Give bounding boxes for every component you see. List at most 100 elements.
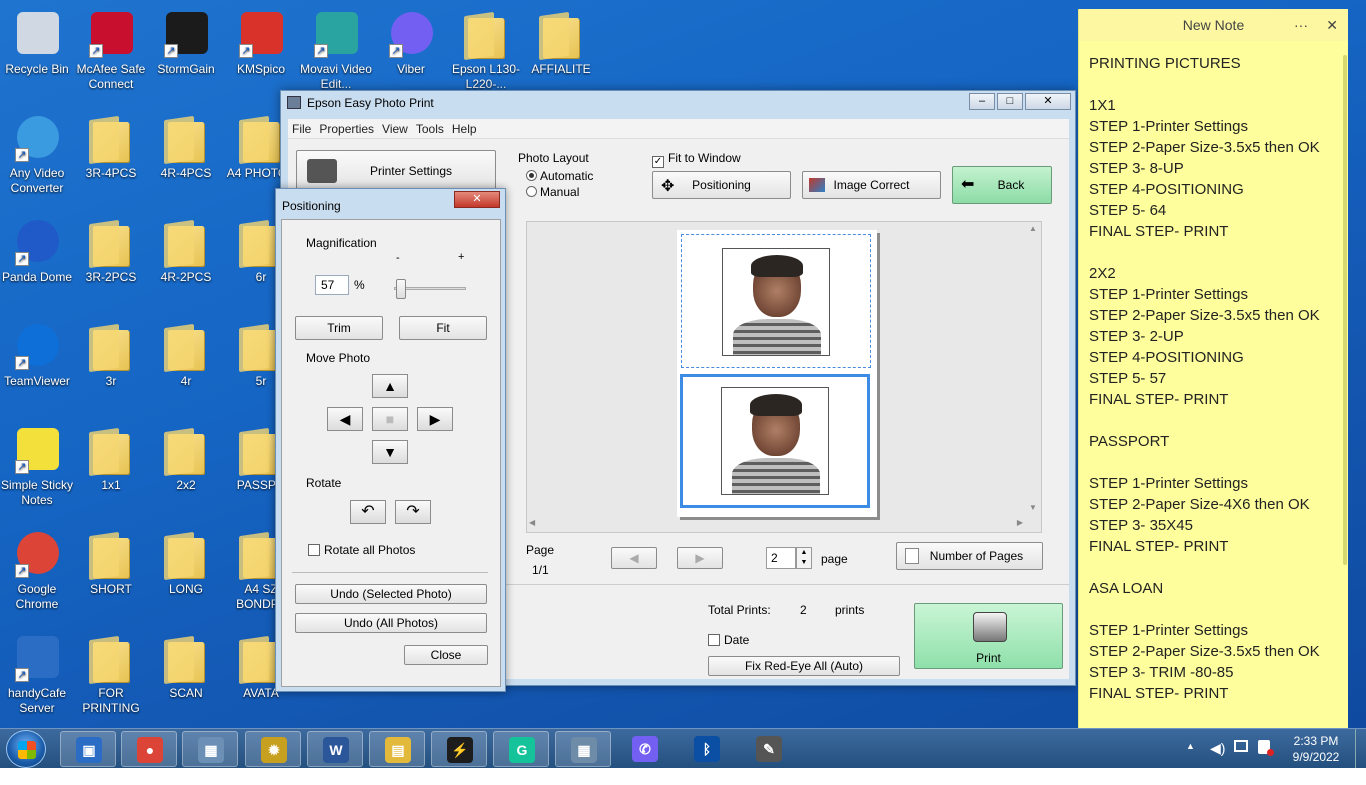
- taskbar-bluetooth[interactable]: ᛒ: [679, 731, 735, 767]
- undo-selected-button[interactable]: Undo (Selected Photo): [295, 584, 487, 604]
- date-checkbox[interactable]: Date: [708, 633, 749, 647]
- fit-to-window-checkbox[interactable]: ✓ Fit to Window: [652, 151, 741, 168]
- radio-automatic-dot[interactable]: [526, 170, 537, 181]
- desktop-icon-teamviewer[interactable]: ↗ TeamViewer: [0, 318, 74, 389]
- taskbar-word[interactable]: W: [307, 731, 363, 767]
- horizontal-scrollbar[interactable]: ◀ ▶: [529, 518, 1023, 530]
- trim-button[interactable]: Trim: [295, 316, 383, 340]
- positioning-button[interactable]: ✥ Positioning: [652, 171, 791, 199]
- desktop-icon-2x2[interactable]: 2x2: [149, 422, 223, 493]
- fit-button[interactable]: Fit: [399, 316, 487, 340]
- taskbar-calculator[interactable]: ▦: [555, 731, 611, 767]
- desktop-icon-epson-l130-l220[interactable]: Epson L130-L220-...: [449, 6, 523, 92]
- sticky-body[interactable]: PRINTING PICTURES 1X1 STEP 1-Printer Setti…: [1079, 41, 1348, 716]
- menu-help[interactable]: Help: [448, 119, 481, 139]
- taskbar-stormgain[interactable]: ⚡: [431, 731, 487, 767]
- move-up-button[interactable]: ▲: [372, 374, 408, 398]
- taskbar-explorer[interactable]: ▤: [369, 731, 425, 767]
- printer-settings-button[interactable]: Printer Settings: [296, 150, 496, 192]
- magnification-thumb[interactable]: [396, 279, 406, 299]
- number-of-pages-button[interactable]: Number of Pages: [896, 542, 1043, 570]
- start-button[interactable]: [6, 730, 46, 768]
- desktop-icon-3r-4pcs[interactable]: 3R-4PCS: [74, 110, 148, 181]
- desktop-icon-affialite[interactable]: AFFIALITE: [524, 6, 598, 77]
- desktop-icon-simple-sticky-notes[interactable]: ↗ Simple Sticky Notes: [0, 422, 74, 508]
- taskbar-handycafe[interactable]: ▣: [60, 731, 116, 767]
- back-button[interactable]: ⬅ Back: [952, 166, 1052, 204]
- desktop-icon-3r-2pcs[interactable]: 3R-2PCS: [74, 214, 148, 285]
- desktop-icon-google-chrome[interactable]: ↗ Google Chrome: [0, 526, 74, 612]
- taskbar-chrome[interactable]: ●: [121, 731, 177, 767]
- sticky-header[interactable]: New Note ··· ✕: [1079, 9, 1348, 41]
- more-options-icon[interactable]: ···: [1294, 9, 1308, 41]
- desktop-icon-stormgain[interactable]: ↗ StormGain: [149, 6, 223, 77]
- desktop-icon-4r-2pcs[interactable]: 4R-2PCS: [149, 214, 223, 285]
- page-count-input[interactable]: 2: [766, 547, 796, 569]
- move-right-button[interactable]: ▶: [417, 407, 453, 431]
- image-correct-button[interactable]: Image Correct: [802, 171, 941, 199]
- move-down-button[interactable]: ▼: [372, 440, 408, 464]
- clock[interactable]: 2:33 PM 9/9/2022: [1284, 733, 1348, 765]
- desktop-icon-any-video-converter[interactable]: ↗ Any Video Converter: [0, 110, 74, 196]
- maximize-button[interactable]: □: [997, 93, 1023, 110]
- vertical-scrollbar[interactable]: ▲ ▼: [1027, 224, 1039, 514]
- taskbar-pen[interactable]: ✎: [741, 731, 797, 767]
- menu-view[interactable]: View: [378, 119, 412, 139]
- desktop-icon-short[interactable]: SHORT: [74, 526, 148, 597]
- menu-file[interactable]: File: [288, 119, 315, 139]
- radio-automatic[interactable]: Automatic: [526, 169, 593, 183]
- date-checkbox-box[interactable]: [708, 634, 720, 646]
- desktop-icon-3r[interactable]: 3r: [74, 318, 148, 389]
- desktop-icon-handycafe-server[interactable]: ↗ handyCafe Server: [0, 630, 74, 716]
- volume-icon[interactable]: ◀): [1210, 740, 1225, 757]
- epson-titlebar[interactable]: Epson Easy Photo Print: [281, 91, 1075, 115]
- tray-expand-icon[interactable]: ▲: [1186, 741, 1195, 751]
- desktop-icon-kmspico[interactable]: ↗ KMSpico: [224, 6, 298, 77]
- desktop-icon-panda-dome[interactable]: ↗ Panda Dome: [0, 214, 74, 285]
- sticky-scrollbar[interactable]: [1343, 55, 1347, 565]
- rotate-all-checkbox[interactable]: Rotate all Photos: [308, 543, 415, 557]
- taskbar-grammarly[interactable]: G: [493, 731, 549, 767]
- fit-checkbox-box[interactable]: ✓: [652, 156, 664, 168]
- action-center-icon[interactable]: [1258, 740, 1274, 756]
- taskbar-epson[interactable]: ▦: [182, 731, 238, 767]
- menu-properties[interactable]: Properties: [315, 119, 378, 139]
- desktop-icon-recycle-bin[interactable]: Recycle Bin: [0, 6, 74, 77]
- positioning-close-x[interactable]: ✕: [454, 191, 500, 208]
- minimize-button[interactable]: –: [969, 93, 995, 110]
- taskbar-viber[interactable]: ✆: [617, 731, 673, 767]
- desktop-icon-scan[interactable]: SCAN: [149, 630, 223, 701]
- network-icon[interactable]: [1234, 740, 1248, 752]
- desktop-icon-movavi-video-edit[interactable]: ↗ Movavi Video Edit...: [299, 6, 373, 92]
- rotate-all-box[interactable]: [308, 544, 320, 556]
- print-button[interactable]: Print: [914, 603, 1063, 669]
- taskbar-emblem[interactable]: ✹: [245, 731, 301, 767]
- desktop-icon-1x1[interactable]: 1x1: [74, 422, 148, 493]
- fix-red-eye-button[interactable]: Fix Red-Eye All (Auto): [708, 656, 900, 676]
- desktop-icon-mcafee-safe-connect[interactable]: ↗ McAfee Safe Connect: [74, 6, 148, 92]
- sticky-close-icon[interactable]: ✕: [1326, 9, 1338, 41]
- photo-slot-2[interactable]: [680, 374, 870, 508]
- rotate-left-button[interactable]: ↶: [350, 500, 386, 524]
- desktop-icon-viber[interactable]: ↗ Viber: [374, 6, 448, 77]
- close-button[interactable]: Close: [404, 645, 488, 665]
- desktop-icon-4r[interactable]: 4r: [149, 318, 223, 389]
- show-desktop-button[interactable]: [1355, 729, 1366, 769]
- next-page-button[interactable]: ▶: [677, 547, 723, 569]
- menu-tools[interactable]: Tools: [412, 119, 448, 139]
- move-left-button[interactable]: ◀: [327, 407, 363, 431]
- close-window-button[interactable]: ✕: [1025, 93, 1071, 110]
- radio-manual[interactable]: Manual: [526, 185, 579, 199]
- magnification-input[interactable]: 57: [315, 275, 349, 295]
- radio-manual-dot[interactable]: [526, 186, 537, 197]
- rotate-right-button[interactable]: ↷: [395, 500, 431, 524]
- page-count-spinner[interactable]: ▲ ▼: [796, 547, 812, 569]
- desktop-icon-4r-4pcs[interactable]: 4R-4PCS: [149, 110, 223, 181]
- prev-page-button[interactable]: ◀: [611, 547, 657, 569]
- move-center-button[interactable]: ■: [372, 407, 408, 431]
- undo-all-button[interactable]: Undo (All Photos): [295, 613, 487, 633]
- desktop-icon-long[interactable]: LONG: [149, 526, 223, 597]
- photo-slot-1[interactable]: [681, 234, 871, 368]
- positioning-title[interactable]: Positioning: [282, 199, 341, 213]
- desktop-icon-for-printing[interactable]: FOR PRINTING: [74, 630, 148, 716]
